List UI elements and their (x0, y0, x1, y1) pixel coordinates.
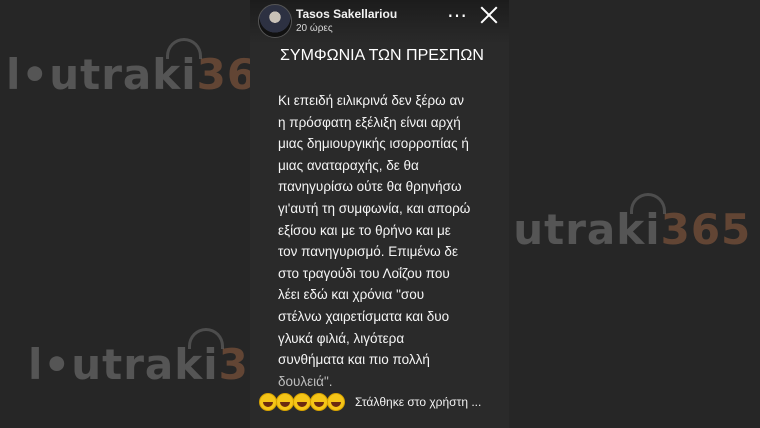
laughing-emoji-icon (276, 393, 294, 411)
reactions-row[interactable] (259, 393, 345, 411)
story-line: Κι επειδή ειλικρινά δεν ξέρω αν (278, 93, 465, 108)
avatar[interactable] (258, 4, 292, 38)
story-line: μιας δημιουργικής ισορροπίας ή (278, 136, 469, 152)
reply-bar: Στάλθηκε στο χρήστη ... (250, 386, 509, 418)
story-line: λέει εδώ και χρόνια "σου (278, 287, 425, 303)
story-line: στέλνω χαιρετίσματα και δυο (278, 308, 450, 324)
post-time: 20 ώρες (296, 23, 333, 34)
story-line: τον πανηγυρισμό. Επιμένω δε (278, 244, 458, 260)
story-line: εξίσου και με το θρήνο και με (278, 222, 451, 238)
author-name[interactable]: Tasos Sakellariou (296, 7, 397, 21)
laughing-emoji-icon (310, 393, 328, 411)
story-line: μιας αναταραχής, δε θα (278, 157, 419, 173)
laughing-emoji-icon (293, 393, 311, 411)
story-line: γλυκά φιλιά, λιγότερα (278, 330, 405, 346)
laughing-emoji-icon (327, 393, 345, 411)
story-line: η πρόσφατη εξέλιξη είναι αρχή (278, 114, 461, 130)
story-line: πανηγυρίσω ούτε θα θρηνήσω (278, 179, 462, 195)
story-line: γι'αυτή τη συμφωνία, και απορώ (278, 200, 471, 216)
laughing-emoji-icon (259, 393, 277, 411)
story-panel: Tasos Sakellariou 20 ώρες ⋯ ΣΥΜΦΩΝΙΑ ΤΩΝ… (250, 0, 509, 428)
story-line: στο τραγούδι του Λοΐζου που (278, 265, 450, 281)
story-body: Κι επειδή ειλικρινά δεν ξέρω αν η πρόσφα… (278, 90, 478, 392)
sent-to-user-text[interactable]: Στάλθηκε στο χρήστη ... (355, 395, 481, 409)
story-line: συνθήματα και πιο πολλή (278, 352, 430, 368)
story-header: Tasos Sakellariou 20 ώρες ⋯ (250, 0, 509, 44)
close-icon[interactable] (478, 4, 500, 26)
story-heading: ΣΥΜΦΩΝΙΑ ΤΩΝ ΠΡΕΣΠΩΝ (280, 47, 484, 64)
more-options-icon[interactable]: ⋯ (446, 6, 468, 26)
